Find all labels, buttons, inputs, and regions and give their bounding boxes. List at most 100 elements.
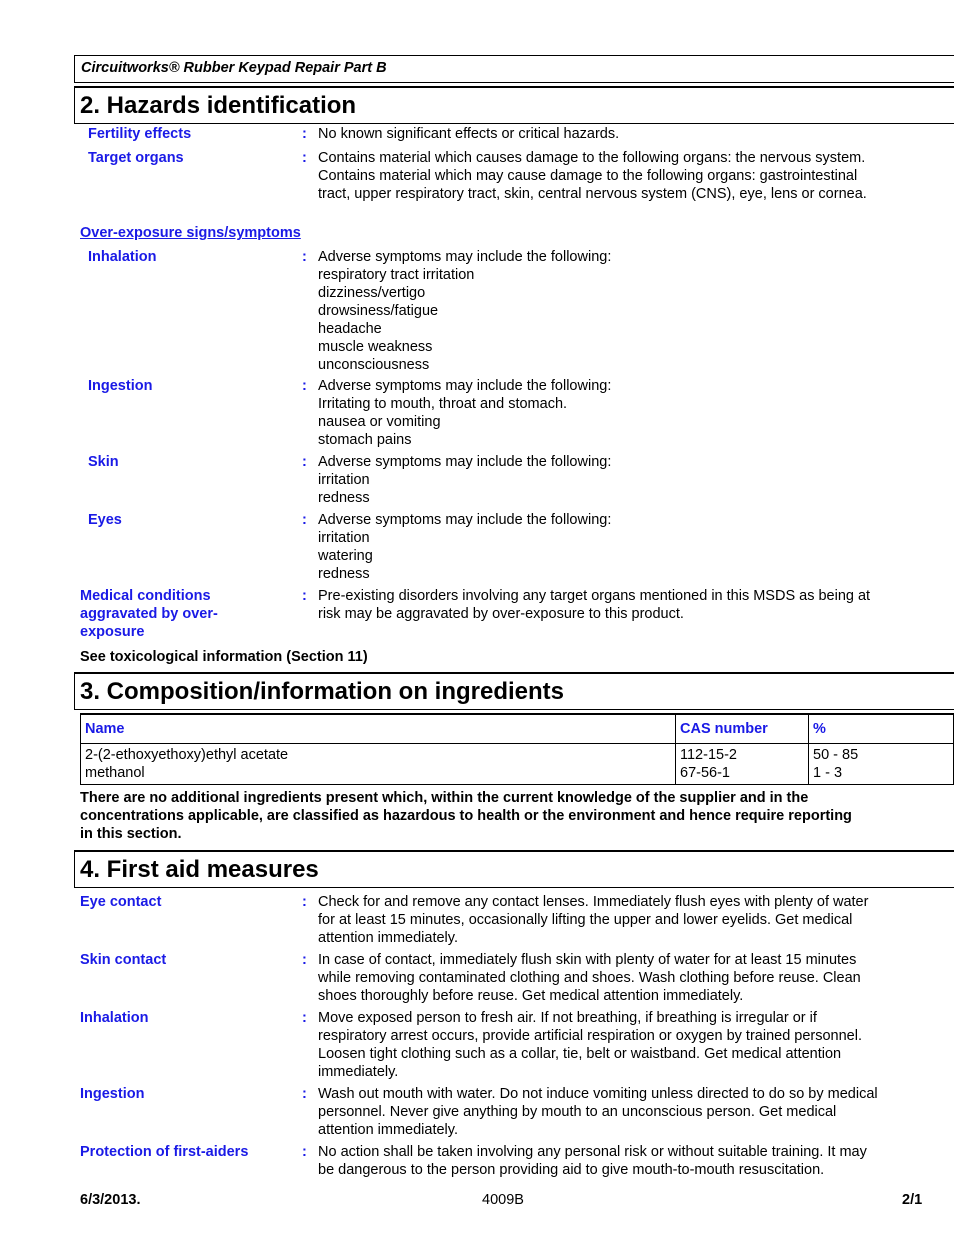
overexposure-heading-link[interactable]: Over-exposure signs/symptoms bbox=[80, 225, 301, 241]
value-line: redness bbox=[318, 490, 370, 506]
ingredient-cas: 67-56-1 bbox=[680, 765, 730, 781]
inhalation-value: Adverse symptoms may include the followi… bbox=[318, 248, 938, 374]
section-2-title: 2. Hazards identification bbox=[80, 92, 357, 119]
eye-contact-label: Eye contact bbox=[80, 894, 162, 910]
footer-date: 6/3/2013. bbox=[80, 1192, 141, 1208]
ingestion-value: Adverse symptoms may include the followi… bbox=[318, 377, 938, 449]
product-name: Circuitworks® Rubber Keypad Repair Part … bbox=[81, 60, 387, 76]
value-line: respiratory arrest occurs, provide artif… bbox=[318, 1028, 862, 1044]
target-organs-value: Contains material which causes damage to… bbox=[318, 149, 938, 203]
colon: : bbox=[302, 1144, 307, 1160]
eyes-value: Adverse symptoms may include the followi… bbox=[318, 511, 938, 583]
ingredient-percent: 50 - 85 bbox=[813, 747, 859, 763]
value-line: irritation bbox=[318, 530, 370, 546]
target-organs-label: Target organs bbox=[88, 150, 184, 166]
footer-code: 4009B bbox=[482, 1192, 524, 1208]
ingredient-name: 2-(2-ethoxyethoxy)ethyl acetate bbox=[85, 747, 289, 763]
colon: : bbox=[302, 1010, 307, 1026]
ingredient-percent: 1 - 3 bbox=[813, 765, 843, 781]
ingredient-names-cell: 2-(2-ethoxyethoxy)ethyl acetate methanol bbox=[80, 743, 676, 785]
value-line: tract, upper respiratory tract, skin, ce… bbox=[318, 186, 867, 202]
label-line: Medical conditions bbox=[80, 588, 211, 604]
value-line: headache bbox=[318, 321, 382, 337]
document-page: Circuitworks® Rubber Keypad Repair Part … bbox=[0, 0, 954, 1235]
protection-first-aiders-label: Protection of first-aiders bbox=[80, 1144, 249, 1160]
value-line: Adverse symptoms may include the followi… bbox=[318, 378, 612, 394]
value-line: Contains material which causes damage to… bbox=[318, 150, 866, 166]
ingredient-cas-cell: 112-15-2 67-56-1 bbox=[675, 743, 809, 785]
colon: : bbox=[302, 126, 307, 142]
value-line: attention immediately. bbox=[318, 930, 458, 946]
value-line: stomach pains bbox=[318, 432, 412, 448]
colon: : bbox=[302, 952, 307, 968]
additional-ingredients-note: There are no additional ingredients pres… bbox=[80, 789, 852, 843]
first-aid-inhalation-label: Inhalation bbox=[80, 1010, 149, 1026]
value-line: In case of contact, immediately flush sk… bbox=[318, 952, 857, 968]
section-2-title-bar: 2. Hazards identification bbox=[74, 86, 954, 124]
value-line: while removing contaminated clothing and… bbox=[318, 970, 861, 986]
value-line: be dangerous to the person providing aid… bbox=[318, 1162, 825, 1178]
value-line: attention immediately. bbox=[318, 1122, 458, 1138]
value-line: unconsciousness bbox=[318, 357, 430, 373]
skin-contact-value: In case of contact, immediately flush sk… bbox=[318, 951, 938, 1005]
value-line: respiratory tract irritation bbox=[318, 267, 475, 283]
fertility-effects-label: Fertility effects bbox=[88, 126, 192, 142]
first-aid-ingestion-label: Ingestion bbox=[80, 1086, 145, 1102]
note-line: in this section. bbox=[80, 826, 182, 842]
first-aid-ingestion-value: Wash out mouth with water. Do not induce… bbox=[318, 1085, 938, 1139]
label-line: exposure bbox=[80, 624, 145, 640]
column-header-name: Name bbox=[80, 713, 676, 744]
eyes-label: Eyes bbox=[88, 512, 122, 528]
value-line: Check for and remove any contact lenses.… bbox=[318, 894, 869, 910]
protection-first-aiders-value: No action shall be taken involving any p… bbox=[318, 1143, 938, 1179]
ingredient-percent-cell: 50 - 85 1 - 3 bbox=[808, 743, 954, 785]
skin-contact-label: Skin contact bbox=[80, 952, 167, 968]
value-line: Irritating to mouth, throat and stomach. bbox=[318, 396, 568, 412]
section-4-title-bar: 4. First aid measures bbox=[74, 850, 954, 888]
skin-label: Skin bbox=[88, 454, 119, 470]
value-line: Adverse symptoms may include the followi… bbox=[318, 512, 612, 528]
colon: : bbox=[302, 249, 307, 265]
colon: : bbox=[302, 454, 307, 470]
value-line: redness bbox=[318, 566, 370, 582]
colon: : bbox=[302, 894, 307, 910]
note-line: concentrations applicable, are classifie… bbox=[80, 808, 852, 824]
section-3-title: 3. Composition/information on ingredient… bbox=[80, 678, 564, 705]
label-line: aggravated by over- bbox=[80, 606, 218, 622]
value-line: Loosen tight clothing such as a collar, … bbox=[318, 1046, 842, 1062]
section-4-title: 4. First aid measures bbox=[80, 856, 319, 883]
value-line: watering bbox=[318, 548, 373, 564]
colon: : bbox=[302, 588, 307, 604]
value-line: personnel. Never give anything by mouth … bbox=[318, 1104, 837, 1120]
eye-contact-value: Check for and remove any contact lenses.… bbox=[318, 893, 938, 947]
ingredients-table: Name CAS number % 2-(2-ethoxyethoxy)ethy… bbox=[80, 713, 954, 785]
colon: : bbox=[302, 1086, 307, 1102]
value-line: dizziness/vertigo bbox=[318, 285, 426, 301]
medical-conditions-value: Pre-existing disorders involving any tar… bbox=[318, 587, 938, 623]
skin-value: Adverse symptoms may include the followi… bbox=[318, 453, 938, 507]
value-line: shoes thoroughly before reuse. Get medic… bbox=[318, 988, 744, 1004]
inhalation-label: Inhalation bbox=[88, 249, 157, 265]
value-line: nausea or vomiting bbox=[318, 414, 441, 430]
ingredient-cas: 112-15-2 bbox=[680, 747, 737, 763]
fertility-effects-value: No known significant effects or critical… bbox=[318, 125, 938, 143]
section-3-title-bar: 3. Composition/information on ingredient… bbox=[74, 672, 954, 710]
ingestion-label: Ingestion bbox=[88, 378, 153, 394]
colon: : bbox=[302, 378, 307, 394]
column-header-percent: % bbox=[808, 713, 954, 744]
note-line: There are no additional ingredients pres… bbox=[80, 790, 809, 806]
value-line: Contains material which may cause damage… bbox=[318, 168, 858, 184]
value-line: for at least 15 minutes, occasionally li… bbox=[318, 912, 853, 928]
value-line: drowsiness/fatigue bbox=[318, 303, 439, 319]
value-line: irritation bbox=[318, 472, 370, 488]
value-line: muscle weakness bbox=[318, 339, 433, 355]
value-line: Wash out mouth with water. Do not induce… bbox=[318, 1086, 878, 1102]
medical-conditions-label: Medical conditions aggravated by over- e… bbox=[80, 587, 218, 641]
value-line: Move exposed person to fresh air. If not… bbox=[318, 1010, 817, 1026]
value-line: Adverse symptoms may include the followi… bbox=[318, 249, 612, 265]
footer-page-number: 2/1 bbox=[902, 1192, 923, 1208]
colon: : bbox=[302, 512, 307, 528]
table-row: 2-(2-ethoxyethoxy)ethyl acetate methanol… bbox=[80, 743, 954, 785]
value-line: risk may be aggravated by over-exposure … bbox=[318, 606, 684, 622]
value-line: No known significant effects or critical… bbox=[318, 126, 620, 142]
